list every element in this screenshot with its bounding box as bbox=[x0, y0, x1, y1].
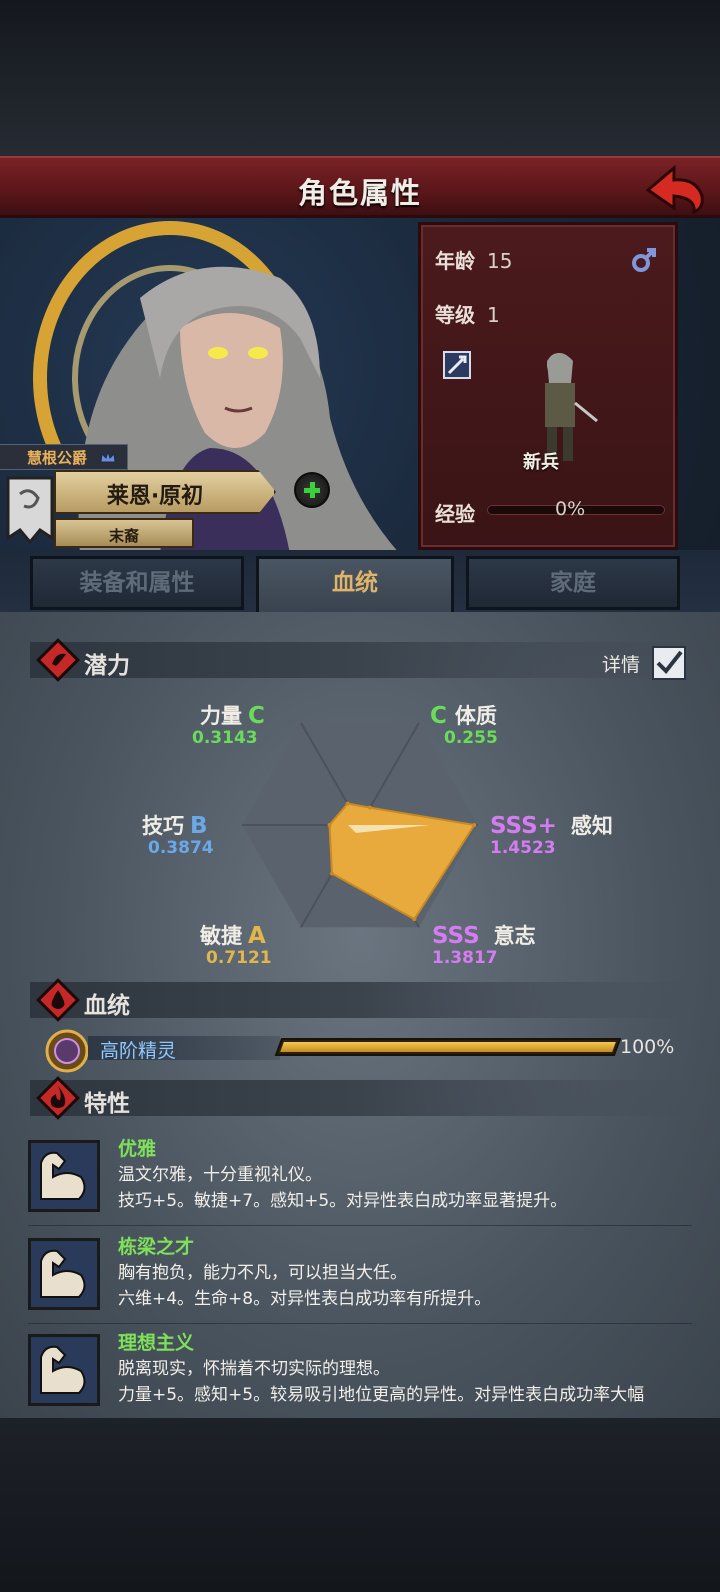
radar-point-意志 bbox=[412, 917, 417, 922]
stat-will-grade: SSS bbox=[432, 923, 480, 949]
stat-agility: 敏捷 A 0.7121 bbox=[200, 920, 272, 968]
stat-agility-name: 敏捷 bbox=[200, 924, 242, 948]
stat-perception: SSS+ 感知 1.4523 bbox=[490, 810, 613, 858]
radar-point-敏捷 bbox=[329, 871, 334, 876]
character-name: 莱恩·原初 bbox=[106, 484, 204, 509]
tab-equipment[interactable]: 装备和属性 bbox=[30, 556, 244, 610]
stat-constitution-name: 体质 bbox=[454, 704, 497, 728]
traits-section-label: 特性 bbox=[84, 1091, 130, 1117]
radar-point-感知 bbox=[472, 823, 477, 827]
level-value: 1 bbox=[487, 303, 500, 327]
stat-strength: 力量 C 0.3143 bbox=[192, 700, 265, 748]
flame-icon bbox=[36, 1076, 80, 1120]
trait-item[interactable]: 理想主义 脱离现实，怀揣着不切实际的理想。 力量+5。感知+5。较易吸引地位更高… bbox=[28, 1330, 692, 1420]
stat-strength-value: 0.3143 bbox=[192, 728, 258, 748]
stat-skill-value: 0.3874 bbox=[148, 838, 214, 858]
character-name-plate: 莱恩·原初 bbox=[54, 470, 276, 514]
tab-family[interactable]: 家庭 bbox=[466, 556, 680, 610]
tab-equipment-label: 装备和属性 bbox=[79, 570, 195, 596]
stat-agility-grade: A bbox=[248, 923, 266, 949]
level-label: 等级 bbox=[435, 303, 475, 327]
noble-title-tag: 慧根公爵 bbox=[0, 444, 128, 470]
stat-will-value: 1.3817 bbox=[432, 948, 498, 968]
elf-emblem-icon bbox=[45, 1029, 89, 1073]
stat-constitution-value: 0.255 bbox=[444, 728, 498, 748]
stat-strength-grade: C bbox=[248, 703, 265, 729]
trait-item[interactable]: 栋梁之才 胸有抱负，能力不凡，可以担当大任。 六维+4。生命+8。对异性表白成功… bbox=[28, 1234, 692, 1324]
stat-constitution: C 体质 0.255 bbox=[430, 700, 498, 748]
tab-bar: 装备和属性 血统 家庭 bbox=[0, 550, 720, 614]
bloodline-name: 高阶精灵 bbox=[100, 1040, 177, 1062]
flexed-arm-icon bbox=[28, 1334, 100, 1406]
stat-skill-name: 技巧 bbox=[142, 814, 184, 838]
bloodline-section-header: 血统 bbox=[30, 978, 690, 1022]
trait-name: 栋梁之才 bbox=[118, 1236, 195, 1258]
level-row: 等级 1 bbox=[435, 299, 500, 328]
age-value: 15 bbox=[487, 249, 513, 273]
crown-icon bbox=[100, 450, 116, 463]
trait-item[interactable]: 优雅 温文尔雅，十分重视礼仪。 技巧+5。敏捷+7。感知+5。对异性表白成功率显… bbox=[28, 1136, 692, 1226]
trait-effect: 力量+5。感知+5。较易吸引地位更高的异性。对异性表白成功率大幅 bbox=[118, 1385, 645, 1405]
detail-label: 详情 bbox=[602, 654, 641, 676]
trait-name: 理想主义 bbox=[118, 1332, 195, 1354]
header-bar: 角色属性 bbox=[0, 156, 720, 218]
traits-section-header: 特性 bbox=[30, 1076, 690, 1120]
bloodline-percent: 100% bbox=[620, 1036, 675, 1058]
trait-effect: 技巧+5。敏捷+7。感知+5。对异性表白成功率显著提升。 bbox=[118, 1191, 568, 1211]
page-title: 角色属性 bbox=[297, 176, 422, 210]
noble-title: 慧根公爵 bbox=[27, 449, 88, 467]
banner-flag-icon bbox=[6, 476, 54, 545]
potential-section-header: 潜力 bbox=[30, 638, 690, 682]
character-rank: 末裔 bbox=[108, 527, 139, 545]
info-card: 年龄 15 等级 1 新兵 经验 0% bbox=[418, 222, 678, 550]
stat-perception-value: 1.4523 bbox=[490, 838, 556, 858]
trait-description: 胸有抱负，能力不凡，可以担当大任。 bbox=[118, 1263, 407, 1283]
radar-point-体质 bbox=[368, 805, 373, 810]
trait-description: 温文尔雅，十分重视礼仪。 bbox=[118, 1165, 322, 1185]
stat-will: SSS 意志 1.3817 bbox=[432, 920, 536, 968]
tab-bloodline[interactable]: 血统 bbox=[256, 556, 454, 614]
back-arrow-icon[interactable] bbox=[644, 162, 706, 216]
stat-constitution-grade: C bbox=[430, 703, 447, 729]
bloodline-section-label: 血统 bbox=[84, 993, 130, 1019]
stat-perception-grade: SSS+ bbox=[490, 813, 557, 839]
potential-icon bbox=[36, 638, 80, 682]
stat-agility-value: 0.7121 bbox=[206, 948, 272, 968]
stat-skill-grade: B bbox=[190, 813, 208, 839]
detail-checkbox[interactable] bbox=[652, 646, 686, 680]
blood-drop-icon bbox=[36, 978, 80, 1022]
stat-will-name: 意志 bbox=[493, 924, 536, 948]
bloodline-progress-bar bbox=[274, 1038, 622, 1056]
stat-strength-name: 力量 bbox=[200, 704, 242, 728]
radar-point-技巧 bbox=[327, 823, 332, 827]
flexed-arm-icon bbox=[28, 1238, 100, 1310]
top-shadow-area bbox=[0, 0, 720, 156]
radar-point-力量 bbox=[345, 801, 350, 806]
age-label: 年龄 bbox=[435, 249, 475, 273]
sword-skill-icon[interactable] bbox=[443, 351, 471, 379]
exp-label: 经验 bbox=[435, 502, 475, 526]
tab-family-label: 家庭 bbox=[550, 570, 596, 596]
male-icon bbox=[632, 248, 656, 272]
add-plus-button[interactable] bbox=[294, 472, 330, 508]
potential-section-label: 潜力 bbox=[84, 653, 130, 679]
rank-plate: 末裔 bbox=[54, 518, 194, 548]
trait-description: 脱离现实，怀揣着不切实际的理想。 bbox=[118, 1359, 390, 1379]
age-row: 年龄 15 bbox=[435, 245, 512, 274]
tab-bloodline-label: 血统 bbox=[332, 570, 378, 596]
stat-skill: 技巧 B 0.3874 bbox=[142, 810, 214, 858]
trait-name: 优雅 bbox=[118, 1138, 157, 1160]
class-name: 新兵 bbox=[523, 452, 559, 473]
stat-perception-name: 感知 bbox=[570, 814, 613, 838]
trait-effect: 六维+4。生命+8。对异性表白成功率有所提升。 bbox=[118, 1289, 492, 1309]
bottom-shadow-area bbox=[0, 1418, 720, 1592]
flexed-arm-icon bbox=[28, 1140, 100, 1212]
bloodline-progress-fill bbox=[280, 1042, 616, 1052]
exp-value: 0% bbox=[555, 498, 586, 520]
